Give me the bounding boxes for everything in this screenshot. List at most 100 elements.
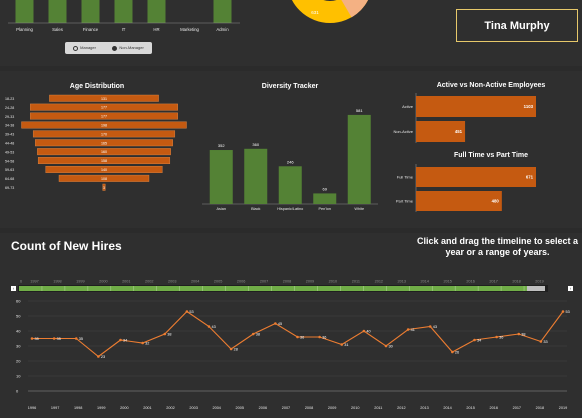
age-distribution-title: Age Distribution <box>70 83 124 90</box>
active-category-label: Non-Active <box>393 129 413 134</box>
new-hires-point[interactable] <box>52 337 56 340</box>
department-bar[interactable] <box>48 0 67 23</box>
fulltime-chart-title: Full Time vs Part Time <box>454 152 528 159</box>
diversity-bar[interactable] <box>313 193 337 204</box>
timeline-selection[interactable] <box>19 286 541 291</box>
x-tick-label: 2012 <box>397 406 405 410</box>
y-tick-label: 20 <box>16 359 21 364</box>
age-value-label: 3 <box>103 186 105 190</box>
timeline-year-label: 2018 <box>512 280 520 284</box>
new-hires-point[interactable] <box>163 332 167 336</box>
x-tick-label: 2017 <box>513 406 521 410</box>
department-label: HR <box>153 27 159 32</box>
new-hires-value-label: 53 <box>566 310 570 314</box>
gender-donut-slice[interactable] <box>340 0 368 18</box>
x-tick-label: 1998 <box>74 406 82 410</box>
new-hires-point[interactable] <box>318 335 321 339</box>
new-hires-point[interactable] <box>141 341 144 345</box>
timeline-edge-label: 6 <box>20 280 22 284</box>
new-hires-point[interactable] <box>495 335 498 339</box>
new-hires-point[interactable] <box>340 343 344 346</box>
x-tick-label: 2010 <box>351 406 359 410</box>
department-bar[interactable] <box>114 0 133 23</box>
timeline-year-label: 2010 <box>329 280 337 284</box>
timeline-year-label: 2012 <box>375 280 383 284</box>
x-tick-label: 2014 <box>443 406 451 410</box>
new-hires-point[interactable] <box>207 325 211 328</box>
legend-manager[interactable]: Manager <box>73 45 96 51</box>
timeline-year-label: 2003 <box>168 280 176 284</box>
diversity-bar[interactable] <box>209 150 233 204</box>
department-bar[interactable] <box>147 0 166 23</box>
new-hires-point[interactable] <box>428 325 432 328</box>
age-group-label: 49-53 <box>5 150 14 154</box>
timeline-year-label: 2005 <box>214 280 222 284</box>
timeline-year-label: 2014 <box>421 280 429 284</box>
new-hires-point[interactable] <box>251 332 255 336</box>
x-tick-label: 1997 <box>51 406 59 410</box>
diversity-bar[interactable] <box>278 166 302 204</box>
department-label: IT <box>122 27 126 32</box>
timeline-year-label: 2016 <box>466 280 474 284</box>
age-group-label: 29-33 <box>5 115 14 119</box>
new-hires-point[interactable] <box>561 310 565 313</box>
new-hires-point[interactable] <box>406 328 410 331</box>
new-hires-value-label: 31 <box>344 343 348 347</box>
new-hires-point[interactable] <box>384 344 388 348</box>
age-group-label: 59-63 <box>5 168 14 172</box>
y-tick-label: 50 <box>16 314 21 319</box>
x-tick-label: 2000 <box>120 406 128 410</box>
diversity-value-label: 246 <box>287 159 294 164</box>
diversity-bar[interactable] <box>347 114 371 204</box>
fulltime-bar[interactable] <box>416 167 536 187</box>
department-bar[interactable] <box>213 0 232 23</box>
timeline-scroll-thumb[interactable] <box>527 286 545 291</box>
fulltime-value-label: 480 <box>492 199 500 204</box>
legend-non-manager[interactable]: Non-Manager <box>112 45 144 51</box>
x-tick-label: 2007 <box>282 406 290 410</box>
manager-legend[interactable]: Manager Non-Manager <box>65 42 152 54</box>
new-hires-point[interactable] <box>539 340 543 343</box>
new-hires-value-label: 35 <box>79 337 83 341</box>
age-value-label: 160 <box>101 150 107 154</box>
new-hires-point[interactable] <box>274 322 277 325</box>
new-hires-point[interactable] <box>473 338 476 342</box>
new-hires-point[interactable] <box>185 310 189 313</box>
y-tick-label: 60 <box>16 299 21 304</box>
age-group-label: 34-38 <box>5 124 14 128</box>
diversity-category-label: White <box>354 207 364 211</box>
fulltime-bar[interactable] <box>416 191 502 211</box>
employee-name-card: Tina Murphy <box>456 9 578 42</box>
timeline-year-label: 2006 <box>237 280 245 284</box>
diversity-category-label: Pen'ion <box>318 207 331 211</box>
age-value-label: 177 <box>101 106 107 110</box>
new-hires-point[interactable] <box>74 337 78 340</box>
department-bar[interactable] <box>81 0 100 23</box>
department-bar[interactable] <box>15 0 34 23</box>
active-bar[interactable] <box>416 96 536 117</box>
x-tick-label: 1996 <box>28 406 36 410</box>
new-hires-value-label: 45 <box>278 322 282 326</box>
new-hires-point[interactable] <box>97 355 100 358</box>
new-hires-point[interactable] <box>517 332 521 336</box>
new-hires-point[interactable] <box>362 329 366 333</box>
age-value-label: 158 <box>101 159 107 163</box>
new-hires-value-label: 36 <box>322 336 326 340</box>
new-hires-value-label: 38 <box>256 333 260 337</box>
new-hires-value-label: 32 <box>145 342 149 346</box>
new-hires-point[interactable] <box>229 347 233 351</box>
timeline-year-label: 2017 <box>489 280 497 284</box>
new-hires-point[interactable] <box>30 337 34 340</box>
employee-name: Tina Murphy <box>484 19 550 32</box>
timeline-year-label: 1998 <box>53 280 61 284</box>
timeline-year-label: 2015 <box>443 280 451 284</box>
new-hires-point[interactable] <box>119 338 122 342</box>
new-hires-point[interactable] <box>451 350 454 354</box>
new-hires-line[interactable] <box>32 310 564 358</box>
age-group-label: 69-73 <box>5 186 14 190</box>
diversity-bar[interactable] <box>244 148 268 204</box>
new-hires-point[interactable] <box>296 335 299 339</box>
filled-circle-icon <box>112 45 118 51</box>
age-value-label: 170 <box>101 132 107 136</box>
x-tick-label: 2011 <box>374 406 382 410</box>
